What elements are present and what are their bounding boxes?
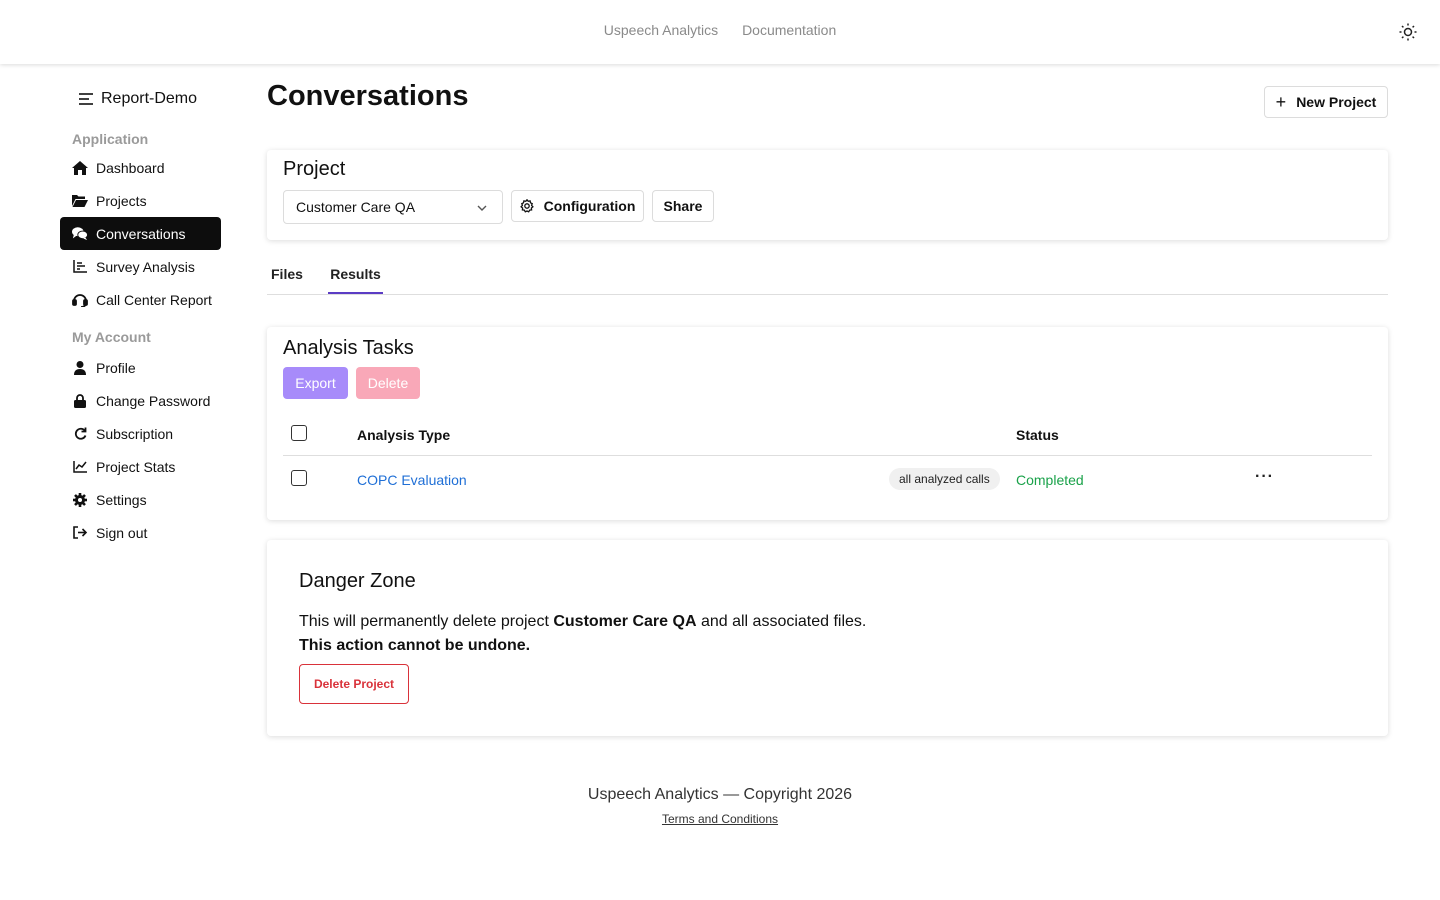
share-button[interactable]: Share (652, 190, 714, 222)
project-select[interactable]: Customer Care QA (283, 190, 503, 224)
sidebar-item-label: Conversations (96, 225, 186, 242)
export-button[interactable]: Export (283, 367, 348, 399)
sidebar-item-label: Project Stats (96, 458, 176, 475)
scope-badge: all analyzed calls (889, 468, 1000, 490)
top-nav: Uspeech Analytics Documentation (0, 22, 1440, 38)
danger-text-suffix: and all associated files. (696, 613, 867, 630)
sidebar-item-call-center-report[interactable]: Call Center Report (60, 283, 221, 316)
home-icon (72, 160, 88, 176)
analysis-type-link[interactable]: COPC Evaluation (357, 472, 467, 488)
tab-label: Results (330, 266, 381, 282)
delete-project-button[interactable]: Delete Project (299, 664, 409, 704)
export-label: Export (295, 375, 336, 391)
column-header-analysis-type: Analysis Type (357, 427, 451, 443)
gear-icon (519, 199, 534, 213)
delete-project-label: Delete Project (313, 677, 395, 691)
sidebar-item-label: Profile (96, 359, 136, 376)
row-checkbox[interactable] (291, 470, 307, 486)
danger-zone-card: Danger Zone This will permanently delete… (267, 540, 1388, 736)
folder-open-icon (72, 193, 88, 209)
plus-icon: + (1275, 91, 1287, 112)
comments-icon (72, 226, 88, 242)
danger-zone-title: Danger Zone (299, 570, 416, 592)
top-nav-link-documentation[interactable]: Documentation (742, 22, 836, 38)
line-chart-icon (72, 459, 88, 475)
sidebar-item-label: Projects (96, 192, 147, 209)
sidebar-item-projects[interactable]: Projects (60, 184, 221, 217)
sidebar-item-profile[interactable]: Profile (60, 351, 221, 384)
danger-zone-description: This will permanently delete project Cus… (299, 610, 866, 658)
danger-warning: This action cannot be undone. (299, 637, 531, 654)
sidebar-item-survey-analysis[interactable]: Survey Analysis (60, 250, 221, 283)
terms-link[interactable]: Terms and Conditions (662, 812, 778, 826)
delete-button[interactable]: Delete (356, 367, 420, 399)
sidebar-item-label: Settings (96, 491, 147, 508)
tab-files[interactable]: Files (271, 266, 303, 294)
project-select-value: Customer Care QA (296, 199, 416, 215)
tab-results[interactable]: Results (328, 266, 383, 294)
table-divider (283, 455, 1372, 456)
sidebar-item-label: Subscription (96, 425, 174, 442)
sidebar-item-label: Call Center Report (96, 291, 212, 308)
top-bar: Uspeech Analytics Documentation (0, 0, 1440, 64)
headset-icon (72, 292, 88, 308)
section-label-my-account: My Account (72, 329, 151, 345)
gear-icon (72, 492, 88, 508)
user-icon (72, 360, 88, 376)
sign-out-icon (72, 525, 88, 541)
analysis-tasks-title: Analysis Tasks (283, 337, 414, 359)
configuration-button[interactable]: Configuration (511, 190, 644, 222)
sun-icon[interactable] (1398, 22, 1418, 42)
sidebar-item-settings[interactable]: Settings (60, 483, 221, 516)
menu-icon (79, 93, 93, 105)
lock-icon (72, 393, 88, 409)
brand-name: Report-Demo (101, 90, 198, 107)
tabs: Files Results (267, 262, 1388, 295)
sidebar-item-label: Survey Analysis (96, 258, 195, 275)
sidebar-brand[interactable]: Report-Demo (60, 80, 221, 118)
more-actions-icon[interactable]: ··· (1255, 468, 1274, 486)
sidebar-item-subscription[interactable]: Subscription (60, 417, 221, 450)
sidebar-item-project-stats[interactable]: Project Stats (60, 450, 221, 483)
share-label: Share (663, 198, 703, 214)
sidebar-item-label: Dashboard (96, 159, 165, 176)
sidebar-item-sign-out[interactable]: Sign out (60, 516, 221, 549)
sidebar-item-label: Sign out (96, 524, 148, 541)
footer: Uspeech Analytics — Copyright 2026 Terms… (0, 786, 1440, 828)
project-card: Project Customer Care QA Configuration S… (267, 150, 1388, 240)
analysis-tasks-card: Analysis Tasks Export Delete Analysis Ty… (267, 327, 1388, 520)
select-all-checkbox[interactable] (291, 425, 307, 441)
sidebar: Report-Demo Application Dashboard Projec… (60, 80, 221, 549)
sidebar-item-dashboard[interactable]: Dashboard (60, 151, 221, 184)
sidebar-item-change-password[interactable]: Change Password (60, 384, 221, 417)
sidebar-item-label: Change Password (96, 392, 211, 409)
danger-project-name: Customer Care QA (553, 613, 697, 630)
configuration-label: Configuration (543, 198, 636, 214)
sidebar-item-conversations[interactable]: Conversations (60, 217, 221, 250)
project-card-title: Project (283, 158, 346, 180)
section-label-application: Application (72, 131, 149, 147)
chevron-down-icon (476, 201, 488, 217)
top-nav-link-uspeech-analytics[interactable]: Uspeech Analytics (604, 22, 718, 38)
new-project-label: New Project (1296, 94, 1377, 110)
footer-copyright: Uspeech Analytics — Copyright 2026 (587, 786, 853, 803)
danger-text-prefix: This will permanently delete project (299, 613, 554, 630)
refresh-icon (72, 426, 88, 442)
tab-label: Files (271, 266, 303, 282)
delete-label: Delete (367, 375, 409, 391)
bar-chart-icon (72, 259, 88, 275)
new-project-button[interactable]: + New Project (1264, 86, 1388, 118)
column-header-status: Status (1016, 427, 1059, 443)
status-text: Completed (1016, 472, 1084, 488)
page-title: Conversations (267, 80, 469, 112)
